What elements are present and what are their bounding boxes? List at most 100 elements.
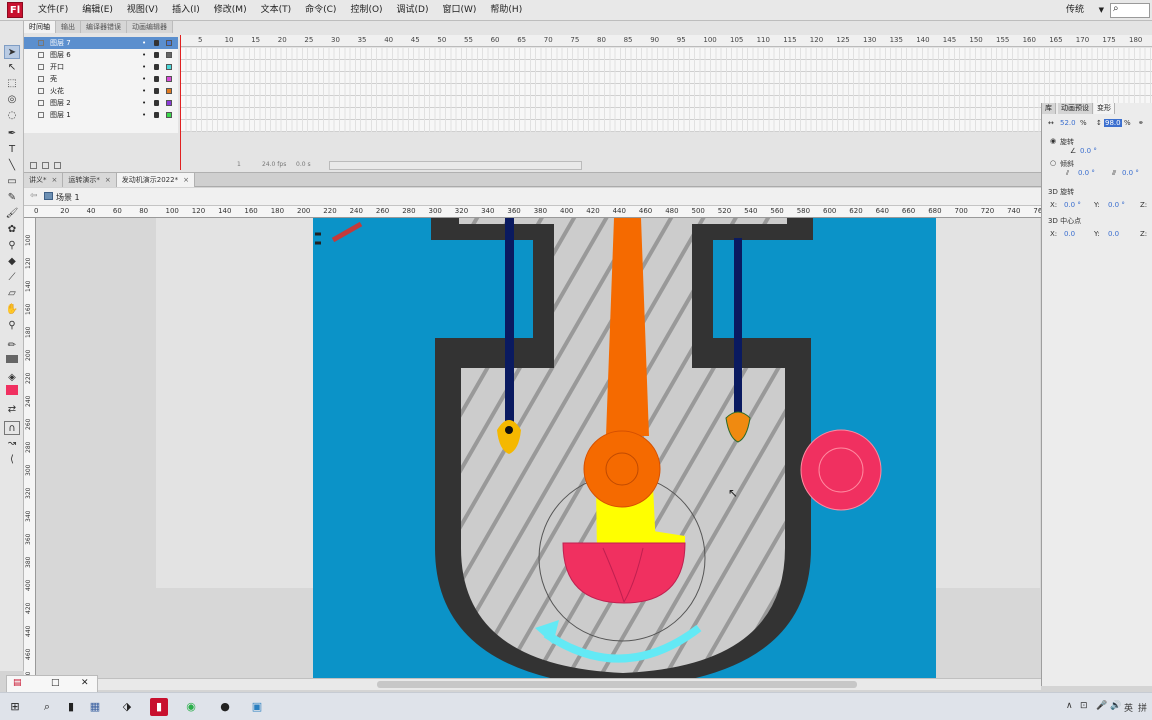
lock-icon[interactable] (154, 112, 159, 118)
playhead[interactable] (180, 35, 181, 170)
menu-modify[interactable]: 修改(M) (207, 0, 254, 21)
paint-bucket-tool-icon[interactable]: ◆ (4, 255, 20, 269)
doc-tab-demo[interactable]: 运转演示* × (63, 173, 117, 187)
rectangle-tool-icon[interactable]: ▭ (4, 175, 20, 189)
new-layer-icon[interactable] (30, 162, 37, 169)
layer-name[interactable]: 壳 (50, 73, 57, 85)
rotate-value[interactable]: 0.0 ° (1080, 147, 1097, 155)
close-icon[interactable]: × (52, 176, 58, 184)
chevron-up-icon[interactable]: ∧ (1066, 701, 1073, 711)
pencil-tool-icon[interactable]: ✎ (4, 191, 20, 205)
menu-edit[interactable]: 编辑(E) (75, 0, 120, 21)
usb-icon[interactable]: ⬗ (118, 698, 136, 716)
layer-name[interactable]: 图层 7 (50, 37, 71, 49)
close-icon[interactable]: ✕ (81, 678, 89, 688)
tab-compiler-errors[interactable]: 编译器错误 (81, 21, 127, 33)
visibility-dot-icon[interactable]: • (142, 61, 146, 73)
eyedropper-tool-icon[interactable]: ⟋ (4, 271, 20, 285)
tab-timeline[interactable]: 时间轴 (24, 21, 56, 33)
lock-icon[interactable] (154, 76, 159, 82)
tab-motion-presets[interactable]: 动画预设 (1058, 103, 1093, 114)
window-app-icon[interactable]: ▣ (248, 698, 266, 716)
selection-tool-icon[interactable]: ➤ (4, 45, 20, 59)
new-folder-icon[interactable] (42, 162, 49, 169)
lock-icon[interactable] (154, 40, 159, 46)
windows-start-icon[interactable]: ⊞ (6, 698, 24, 716)
smooth-icon[interactable]: ↝ (4, 437, 20, 451)
tab-transform[interactable]: 变形 (1094, 103, 1115, 114)
menu-help[interactable]: 帮助(H) (483, 0, 529, 21)
free-transform-tool-icon[interactable]: ⬚ (4, 77, 20, 91)
outline-color-swatch[interactable] (166, 100, 172, 106)
timeline-scrollbar[interactable] (329, 161, 582, 170)
visibility-dot-icon[interactable]: • (142, 73, 146, 85)
outline-color-swatch[interactable] (166, 40, 172, 46)
microphone-icon[interactable]: 🎤 (1096, 701, 1107, 711)
hand-tool-icon[interactable]: ✋ (4, 303, 20, 317)
deco-tool-icon[interactable]: ✿ (4, 223, 20, 237)
calculator-icon[interactable]: ▦ (86, 698, 104, 716)
tab-output[interactable]: 输出 (56, 21, 81, 33)
swap-colors-icon[interactable]: ⇄ (4, 403, 20, 417)
layer-row[interactable]: 壳 • (24, 73, 178, 85)
pen-tool-icon[interactable]: ✒ (4, 127, 20, 141)
menu-text[interactable]: 文本(T) (254, 0, 299, 21)
back-arrow-icon[interactable]: ⇦ (30, 191, 38, 201)
frame-ruler[interactable]: 5 10 15 20 25 30 35 40 45 50 55 60 65 70 75 80 85 90 95 100… (180, 35, 1152, 47)
close-icon[interactable]: × (105, 176, 111, 184)
eraser-tool-icon[interactable]: ▱ (4, 287, 20, 301)
network-icon[interactable]: ⊡ (1080, 701, 1088, 711)
layer-row[interactable]: 火花 • (24, 85, 178, 97)
stage-horizontal-scrollbar[interactable] (36, 678, 1041, 690)
layer-name[interactable]: 图层 2 (50, 97, 71, 109)
volume-icon[interactable]: 🔊 (1110, 701, 1121, 711)
menu-window[interactable]: 窗口(W) (436, 0, 484, 21)
outline-color-swatch[interactable] (166, 52, 172, 58)
visibility-dot-icon[interactable]: • (142, 85, 146, 97)
layer-name[interactable]: 开口 (50, 61, 64, 73)
tab-library[interactable]: 库 (1042, 103, 1056, 114)
layer-row[interactable]: 图层 1 • (24, 109, 178, 121)
bone-tool-icon[interactable]: ⚲ (4, 239, 20, 253)
menu-commands[interactable]: 命令(C) (298, 0, 343, 21)
layer-name[interactable]: 火花 (50, 85, 64, 97)
flash-app-icon[interactable]: ▮ (150, 698, 168, 716)
search-icon[interactable]: ⌕ (38, 698, 56, 716)
pasteboard[interactable]: ↖ (36, 218, 1041, 678)
visibility-dot-icon[interactable]: • (142, 37, 146, 49)
snap-magnet-icon[interactable]: ∩ (4, 421, 20, 435)
rot3d-y-value[interactable]: 0.0 ° (1108, 201, 1125, 209)
layer-name[interactable]: 图层 6 (50, 49, 71, 61)
scrollbar-thumb[interactable] (377, 681, 857, 688)
lock-icon[interactable] (154, 100, 159, 106)
stage[interactable] (313, 218, 936, 678)
constrain-link-icon[interactable]: ⚭ (1138, 119, 1144, 127)
lock-icon[interactable] (154, 88, 159, 94)
stroke-swatch[interactable] (6, 355, 18, 363)
layer-row[interactable]: 图层 2 • (24, 97, 178, 109)
frame-grid[interactable] (180, 48, 1152, 132)
outline-color-swatch[interactable] (166, 64, 172, 70)
visibility-dot-icon[interactable]: • (142, 49, 146, 61)
maximize-icon[interactable]: □ (51, 678, 60, 688)
outline-color-swatch[interactable] (166, 88, 172, 94)
stroke-color-icon[interactable]: ✏ (4, 339, 20, 353)
layer-row[interactable]: 图层 6 • (24, 49, 178, 61)
menu-file[interactable]: 文件(F) (31, 0, 75, 21)
skew-h-value[interactable]: 0.0 ° (1078, 169, 1095, 177)
delete-layer-icon[interactable] (54, 162, 61, 169)
line-tool-icon[interactable]: ╲ (4, 159, 20, 173)
width-scale-value[interactable]: 52.0 (1060, 119, 1076, 127)
skew-radio[interactable]: ○ (1050, 159, 1056, 167)
lock-icon[interactable] (154, 52, 159, 58)
close-icon[interactable]: × (183, 176, 189, 184)
search-input[interactable]: ⌕ (1110, 3, 1150, 18)
fill-swatch[interactable] (6, 385, 18, 395)
doc-tab-lecture[interactable]: 讲义* × (24, 173, 64, 187)
pinyin-indicator[interactable]: 拼 (1138, 701, 1147, 714)
menu-view[interactable]: 视图(V) (120, 0, 165, 21)
center-y-value[interactable]: 0.0 (1108, 230, 1119, 238)
tab-motion-editor[interactable]: 动画编辑器 (127, 21, 173, 33)
recorder-icon[interactable]: ● (216, 698, 234, 716)
3d-rotation-tool-icon[interactable]: ◎ (4, 93, 20, 107)
